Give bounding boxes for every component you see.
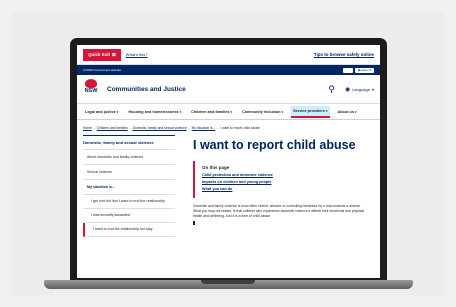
logo-text: NSW	[84, 88, 98, 94]
listen-label: Listen	[360, 68, 369, 72]
sidenav-item[interactable]: Sexual violence	[83, 165, 175, 180]
language-label: Language	[352, 86, 370, 92]
nav-label: Legal and justice	[85, 109, 116, 114]
globe-icon: ◉	[344, 86, 351, 93]
main-content: I want to report child abuse On this pag…	[175, 135, 374, 237]
chevron-down-icon: ▾	[281, 109, 284, 114]
chevron-right-icon: ›	[217, 125, 219, 130]
laptop-screen: Quick Exit ⊠ What's this? Tips to browse…	[77, 45, 380, 278]
on-this-page-heading: On this page	[202, 165, 230, 170]
breadcrumb-dfsv[interactable]: Domestic, family and sexual violence	[133, 126, 187, 130]
breadcrumb-children-families[interactable]: Children and families	[97, 126, 128, 130]
chevron-down-icon: ▾	[325, 108, 328, 113]
chevron-right-icon: ›	[188, 125, 190, 130]
waratah-icon	[85, 79, 97, 88]
nsw-logo[interactable]: NSW	[83, 79, 99, 99]
sidenav-heading[interactable]: Domestic, family and sexual violence	[83, 136, 175, 150]
chevron-down-icon: ▾	[179, 109, 182, 114]
sidenav-subitem[interactable]: I get hurt but don't want to end the rel…	[83, 195, 175, 209]
nav-label: About us	[337, 109, 354, 114]
chevron-right-icon: ›	[129, 125, 131, 130]
side-navigation: Domestic, family and sexual violence Abo…	[83, 135, 175, 237]
nav-label: Service providers	[293, 108, 325, 113]
intro-paragraph: Domestic and family violence is most oft…	[193, 204, 365, 218]
on-this-page-link[interactable]: Child protection and domestic violence	[202, 173, 322, 177]
content-area: Domestic, family and sexual violence Abo…	[77, 135, 380, 237]
government-bar: A NSW Government website ▶ Listen ▾	[77, 65, 380, 75]
laptop-notch	[201, 280, 255, 284]
on-this-page-box: On this page Child protection and domest…	[193, 161, 329, 198]
masthead: NSW Communities and Justice ⚲ ◉ Language…	[77, 75, 380, 104]
nav-housing[interactable]: Housing and homelessness ▾	[126, 107, 183, 117]
nav-children-and-families[interactable]: Children and families ▾	[189, 107, 234, 117]
language-selector[interactable]: ◉ Language ▾	[345, 86, 374, 93]
section-marker	[193, 221, 195, 225]
nav-label: Community inclusion	[241, 109, 281, 114]
breadcrumb-current: I want to report child abuse	[220, 125, 260, 130]
whats-this-link[interactable]: What's this?	[126, 52, 148, 57]
safe-browsing-link[interactable]: Tips to browse safely online	[314, 52, 374, 57]
sidenav-item-open[interactable]: My situation is...	[83, 180, 175, 195]
top-bar: Quick Exit ⊠ What's this? Tips to browse…	[77, 45, 380, 65]
chevron-down-icon: ▾	[116, 109, 119, 114]
sidenav-subitem[interactable]: I was sexually assaulted	[83, 209, 175, 223]
chevron-down-icon: ▾	[354, 109, 357, 114]
sidenav-item[interactable]: About domestic and family violence	[83, 150, 175, 165]
nav-label: Children and families	[191, 109, 230, 114]
page-title: I want to report child abuse	[193, 138, 356, 152]
quick-exit-button[interactable]: Quick Exit ⊠	[83, 48, 121, 61]
chevron-right-icon: ›	[93, 125, 95, 130]
close-x-icon: ⊠	[112, 51, 116, 57]
nav-legal-and-justice[interactable]: Legal and justice ▾	[83, 107, 120, 117]
breadcrumb-my-situation[interactable]: My situation is...	[192, 126, 216, 130]
site-title[interactable]: Communities and Justice	[107, 86, 186, 93]
nav-service-providers[interactable]: Service providers ▾	[291, 105, 330, 118]
search-icon[interactable]: ⚲	[328, 84, 335, 95]
listen-button[interactable]: ▶ Listen ▾	[355, 67, 374, 73]
quick-exit-label: Quick Exit	[88, 52, 111, 57]
sidenav-subitem[interactable]: I want to end the relationship but stay	[83, 223, 175, 237]
accessibility-button[interactable]	[343, 67, 354, 73]
chevron-down-icon: ▾	[368, 68, 371, 72]
nav-community-inclusion[interactable]: Community inclusion ▾	[240, 107, 285, 117]
chevron-down-icon: ▾	[230, 109, 232, 114]
nav-about-us[interactable]: About us ▾	[336, 107, 359, 117]
on-this-page-link[interactable]: What you can do	[202, 187, 322, 191]
main-navigation: Legal and justice ▾ Housing and homelessn…	[77, 104, 380, 120]
nav-label: Housing and homelessness	[128, 109, 179, 114]
government-bar-text: A NSW Government website	[83, 68, 122, 72]
breadcrumb: Home › Children and families › Domestic,…	[77, 120, 380, 135]
chevron-down-icon: ▾	[371, 86, 374, 92]
breadcrumb-home[interactable]: Home	[83, 126, 92, 130]
on-this-page-link[interactable]: Impacts on children and young people	[202, 180, 322, 184]
